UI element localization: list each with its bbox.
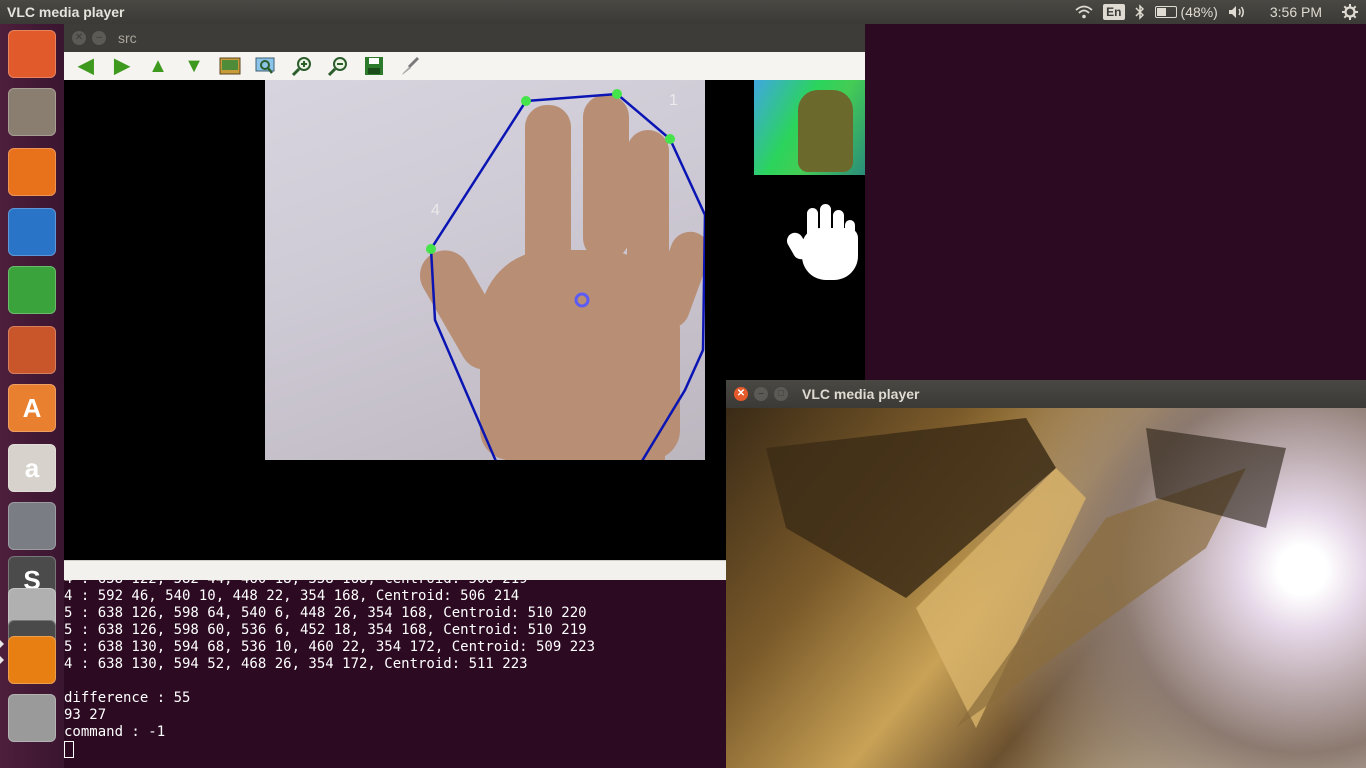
bluetooth-icon[interactable]	[1134, 4, 1145, 20]
mask-thumbnail	[754, 190, 865, 300]
vlc-window: ✕ – □ VLC media player	[726, 380, 1366, 768]
launcher-item-vlc[interactable]	[0, 636, 56, 684]
src-toolbar: ◀ ▶ ▲ ▼	[64, 52, 865, 80]
terminal-line: 4 : 638 122, 582 44, 460 18, 358 168, Ce…	[64, 580, 726, 588]
arrow-down-icon[interactable]: ▼	[180, 54, 208, 78]
terminal-line: difference : 55	[64, 690, 191, 706]
zoom-fit-icon[interactable]	[252, 54, 280, 78]
terminal-line: 4 : 638 130, 594 52, 468 26, 354 172, Ce…	[64, 656, 528, 672]
launcher-item-libreoffice-writer[interactable]	[8, 208, 56, 256]
battery-percent: (48%)	[1180, 4, 1218, 20]
vlc-window-title: VLC media player	[802, 386, 920, 402]
terminal-line: command : -1	[64, 724, 166, 740]
close-button[interactable]: ✕	[734, 387, 748, 401]
hull-point	[665, 134, 675, 144]
save-icon[interactable]	[360, 54, 388, 78]
terminal-line: 5 : 638 126, 598 60, 536 6, 452 18, 354 …	[64, 622, 587, 638]
launcher-item-ubuntu-dash[interactable]	[8, 30, 56, 78]
launcher-item-libreoffice-impress[interactable]	[8, 326, 56, 374]
text-cursor	[64, 741, 74, 758]
hull-point	[612, 89, 622, 99]
arrow-up-icon[interactable]: ▲	[144, 54, 172, 78]
arrow-right-icon[interactable]: ▶	[108, 54, 136, 78]
launcher-item-amazon[interactable]: a	[8, 444, 56, 492]
active-app-title: VLC media player	[7, 4, 125, 20]
hand-photo: 1 4	[265, 80, 705, 460]
launcher-item-files[interactable]	[8, 88, 56, 136]
top-panel: VLC media player En (48%) 3:56 PM	[0, 0, 1366, 24]
launcher-item-libreoffice-calc[interactable]	[8, 266, 56, 314]
vlc-titlebar: ✕ – □ VLC media player	[726, 380, 1366, 408]
maximize-button[interactable]: □	[774, 387, 788, 401]
keyboard-layout-indicator[interactable]: En	[1103, 4, 1125, 20]
terminal-line: 5 : 638 126, 598 64, 540 6, 448 26, 354 …	[64, 605, 587, 621]
convex-hull-overlay	[426, 89, 705, 460]
clock[interactable]: 3:56 PM	[1270, 4, 1322, 20]
wifi-icon[interactable]	[1075, 5, 1093, 19]
volume-icon[interactable]	[1228, 5, 1246, 19]
launcher-item-system-settings[interactable]	[8, 502, 56, 550]
src-status-bar	[64, 560, 726, 581]
indicator-area: En (48%) 3:56 PM	[1075, 0, 1366, 24]
vlc-video-frame[interactable]	[726, 408, 1366, 768]
terminal-line: 93 27	[64, 707, 107, 723]
terminal-line: 4 : 592 46, 540 10, 448 22, 354 168, Cen…	[64, 588, 520, 604]
minimize-button[interactable]: –	[754, 387, 768, 401]
color-thumbnail-hand	[798, 90, 853, 172]
hull-point	[426, 244, 436, 254]
terminal-prompt	[64, 741, 726, 758]
zoom-out-icon[interactable]	[324, 54, 352, 78]
hull-point	[521, 96, 531, 106]
keyboard-layout-label: En	[1103, 4, 1125, 20]
src-titlebar: ✕ – src	[64, 24, 865, 52]
video-logo-shapes	[766, 418, 1286, 728]
src-window-title: src	[118, 30, 137, 46]
arrow-left-icon[interactable]: ◀	[72, 54, 100, 78]
fingertip-label-1: 1	[669, 92, 678, 109]
battery-icon	[1154, 6, 1177, 18]
launcher-item-workspace-switcher[interactable]	[8, 694, 56, 742]
launcher: AaS	[0, 24, 65, 768]
launcher-item-label: a	[24, 452, 40, 483]
zoom-in-icon[interactable]	[288, 54, 316, 78]
image-icon[interactable]	[216, 54, 244, 78]
terminal-line: 5 : 638 130, 594 68, 536 10, 460 22, 354…	[64, 639, 596, 655]
terminal-lines: 4 : 592 46, 540 10, 448 22, 354 168, Cen…	[64, 588, 726, 741]
launcher-item-label: A	[22, 392, 42, 423]
battery-fill	[1156, 8, 1167, 16]
close-button[interactable]: ✕	[72, 31, 86, 45]
brush-icon[interactable]	[396, 54, 424, 78]
minimize-button[interactable]: –	[92, 31, 106, 45]
centroid-marker	[574, 292, 590, 308]
terminal-output[interactable]: 4 : 638 122, 582 44, 460 18, 358 168, Ce…	[64, 580, 726, 768]
launcher-item-firefox[interactable]	[8, 148, 56, 196]
color-thumbnail	[754, 80, 865, 175]
settings-gear-icon[interactable]	[1342, 4, 1358, 20]
battery-indicator[interactable]: (48%)	[1154, 4, 1218, 20]
fingertip-label-4: 4	[431, 202, 440, 219]
launcher-item-ubuntu-software[interactable]: A	[8, 384, 56, 432]
